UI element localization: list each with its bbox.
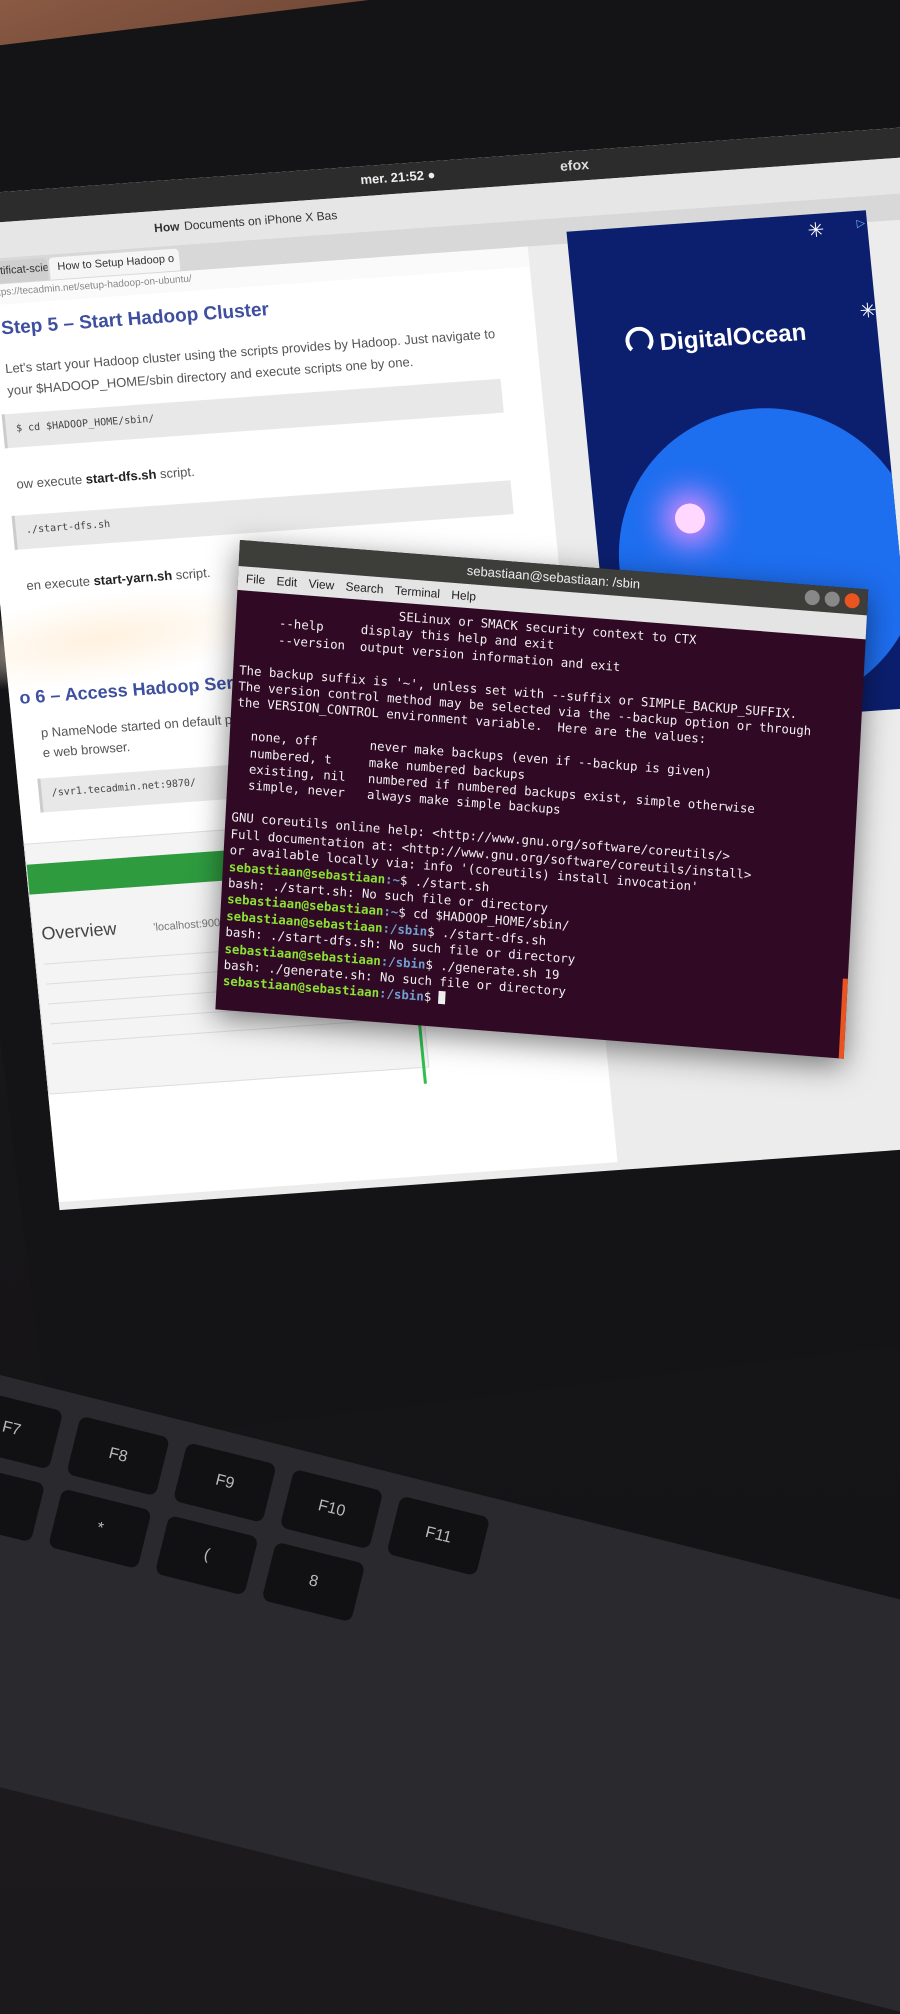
digitalocean-logo: DigitalOcean <box>624 315 807 360</box>
terminal-window[interactable]: sebastiaan@sebastiaan: /sbin File Edit V… <box>215 540 869 1059</box>
minimize-button[interactable] <box>804 589 821 606</box>
key-f8[interactable]: F8 <box>66 1415 170 1497</box>
prompt-path: :/sbin <box>382 919 428 939</box>
key-ampersand[interactable]: & <box>0 1461 46 1543</box>
star-icon: ✳ <box>858 299 878 323</box>
overview-heading: Overview <box>40 918 118 944</box>
keyboard: F7 F8 F9 F10 F11 & * ( 8 <box>0 1360 900 2014</box>
star-icon: ✳ <box>806 219 826 243</box>
menu-help[interactable]: Help <box>451 588 476 604</box>
menu-file[interactable]: File <box>246 572 266 587</box>
step5-heading: Step 5 – Start Hadoop Cluster <box>0 299 270 340</box>
menu-edit[interactable]: Edit <box>276 574 297 590</box>
table-row <box>52 1018 402 1045</box>
menu-view[interactable]: View <box>308 577 334 593</box>
terminal-output[interactable]: SELinux or SMACK security context to CTX… <box>216 596 815 1035</box>
command: $ <box>423 989 440 1006</box>
title-left: How <box>153 219 181 236</box>
logo-mark-icon <box>624 325 655 356</box>
code-block-start-dfs: ./start-dfs.sh <box>11 480 514 550</box>
prompt-path: :/sbin <box>378 985 425 1005</box>
key-8[interactable]: 8 <box>261 1541 366 1623</box>
text-cursor <box>438 991 446 1005</box>
clock[interactable]: mer. 21:52 ● <box>360 167 436 187</box>
prompt-path: :~ <box>384 870 401 887</box>
prompt-path: :/sbin <box>380 952 426 972</box>
menu-search[interactable]: Search <box>345 579 384 596</box>
key-f10[interactable]: F10 <box>279 1468 384 1550</box>
key-f9[interactable]: F9 <box>172 1442 277 1523</box>
close-button[interactable] <box>844 592 861 609</box>
window-title: Documents on iPhone X Bas <box>183 208 338 234</box>
key-paren[interactable]: ( <box>154 1515 259 1596</box>
prompt-path: :~ <box>383 903 399 920</box>
maximize-button[interactable] <box>824 591 841 608</box>
menu-terminal[interactable]: Terminal <box>394 583 440 601</box>
app-name: efox <box>559 155 590 174</box>
key-f11[interactable]: F11 <box>386 1495 491 1577</box>
ad-badge[interactable]: ▷ <box>856 216 866 230</box>
key-f7[interactable]: F7 <box>0 1389 64 1470</box>
key-asterisk[interactable]: * <box>48 1488 152 1569</box>
